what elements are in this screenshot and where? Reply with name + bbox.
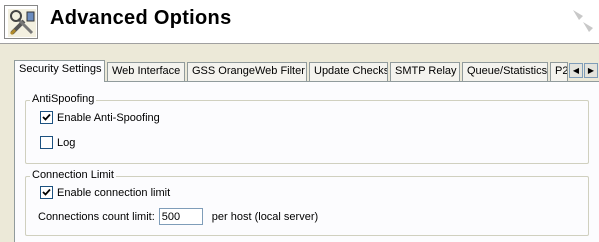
tab-strip: Security Settings Web Interface GSS Oran… (14, 60, 598, 82)
tab-p2p[interactable]: P2P (550, 62, 568, 81)
log-checkbox[interactable] (40, 136, 53, 149)
tab-gss-orangeweb-filter[interactable]: GSS OrangeWeb Filter (187, 62, 307, 81)
check-icon (42, 188, 51, 196)
decorative-icon (573, 10, 593, 32)
header-banner: Advanced Options (0, 0, 599, 44)
tab-queue-statistics[interactable]: Queue/Statistics (462, 62, 548, 81)
anti-spoofing-group: AntiSpoofing Enable Anti-Spoofing Log (25, 93, 589, 164)
tab-label: Security Settings (19, 63, 102, 75)
tab-update-checks[interactable]: Update Checks (309, 62, 388, 81)
log-label: Log (57, 136, 76, 149)
connection-limit-group: Connection Limit Enable connection limit… (25, 169, 589, 236)
connections-count-input[interactable] (158, 208, 203, 225)
arrow-left-icon: ◀ (572, 66, 580, 75)
enable-connection-limit-label: Enable connection limit (57, 186, 171, 199)
tab-security-settings[interactable]: Security Settings (14, 60, 105, 82)
arrow-right-icon: ▶ (587, 66, 595, 75)
tools-icon (4, 5, 38, 39)
tab-label: GSS OrangeWeb Filter (192, 65, 305, 77)
tab-panel: AntiSpoofing Enable Anti-Spoofing Log Co… (14, 81, 599, 242)
enable-connection-limit-row[interactable]: Enable connection limit (40, 186, 170, 199)
tab-scroll-right-button[interactable]: ▶ (584, 63, 598, 78)
anti-spoofing-legend: AntiSpoofing (30, 93, 97, 105)
tab-label: Update Checks (314, 65, 388, 77)
connections-count-label: Connections count limit: (38, 210, 155, 223)
tab-label: SMTP Relay (395, 65, 457, 77)
check-icon (42, 113, 51, 121)
tab-label: P2P (555, 65, 568, 77)
enable-anti-spoofing-checkbox[interactable] (40, 111, 53, 124)
tab-label: Queue/Statistics (467, 65, 548, 77)
tab-smtp-relay[interactable]: SMTP Relay (390, 62, 460, 81)
connections-count-row: Connections count limit: per host (local… (38, 208, 318, 225)
tab-label: Web Interface (112, 65, 181, 77)
tab-scroll-left-button[interactable]: ◀ (569, 63, 583, 78)
connections-count-suffix: per host (local server) (211, 210, 319, 223)
tab-web-interface[interactable]: Web Interface (107, 62, 185, 81)
enable-anti-spoofing-label: Enable Anti-Spoofing (57, 111, 160, 124)
connection-limit-legend: Connection Limit (30, 169, 116, 181)
page-title: Advanced Options (50, 7, 232, 29)
log-row[interactable]: Log (40, 136, 75, 149)
enable-anti-spoofing-row[interactable]: Enable Anti-Spoofing (40, 111, 160, 124)
enable-connection-limit-checkbox[interactable] (40, 186, 53, 199)
